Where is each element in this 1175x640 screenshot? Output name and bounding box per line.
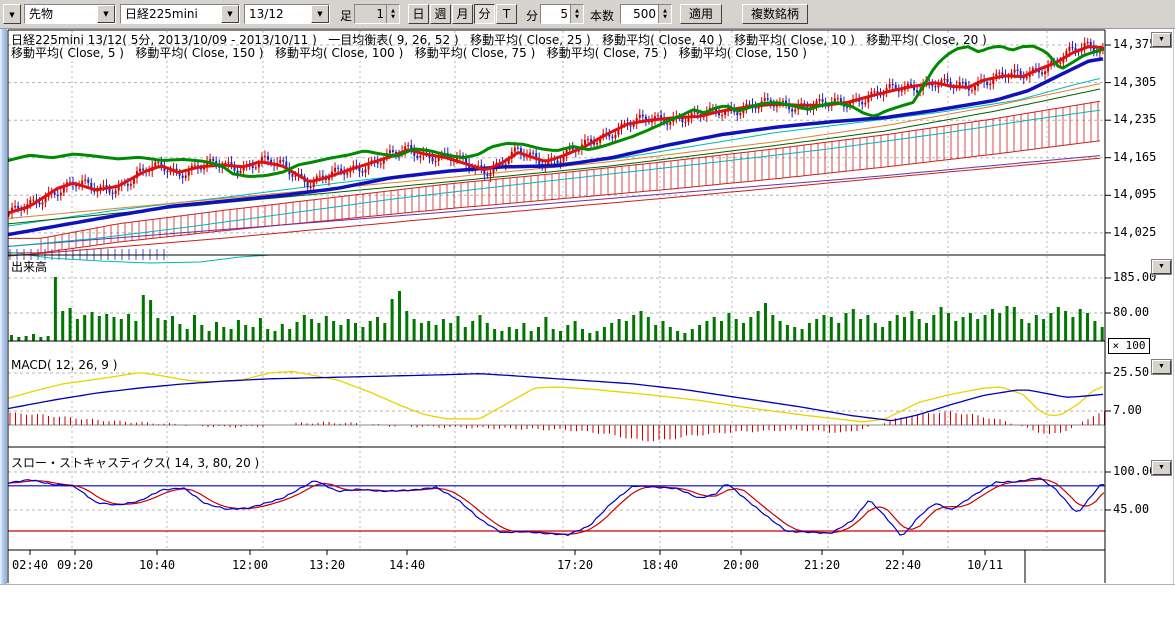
macd-panel-dropdown-button[interactable]: ▼ [1152, 360, 1171, 374]
stoch-panel-dropdown-button[interactable]: ▼ [1152, 461, 1171, 475]
volume-multiplier-badge: × 100 [1108, 338, 1150, 354]
count-label: 本数 [590, 7, 614, 24]
y-axis-label: 25.50 [1113, 365, 1149, 379]
chart-menu-dropdown-button[interactable]: ▼ [3, 4, 21, 24]
period-minute-button[interactable]: 分 [474, 4, 495, 24]
y-axis-label: 14,165 [1113, 150, 1156, 164]
app-window: { "toolbar": { "menu_dropdown": "▼", "co… [0, 0, 1175, 640]
x-axis-label: 22:40 [881, 558, 925, 572]
x-axis-label: 17:20 [553, 558, 597, 572]
x-axis-label: 18:40 [638, 558, 682, 572]
combo-arrow-icon[interactable]: ▼ [311, 5, 329, 23]
chevron-down-icon: ▼ [1158, 36, 1165, 43]
y-axis-label: 14,095 [1113, 187, 1156, 201]
minute-label: 分 [526, 7, 538, 24]
apply-button[interactable]: 適用 [680, 4, 722, 24]
y-axis-label: 185.00 [1113, 270, 1156, 284]
chevron-down-icon: ▼ [9, 11, 14, 19]
contract-month-combo[interactable]: 13/12 ▼ [244, 4, 330, 24]
combo-arrow-icon[interactable]: ▼ [221, 5, 239, 23]
contract-month-value: 13/12 [245, 5, 311, 23]
chart-plot-area[interactable] [0, 0, 1175, 640]
volume-panel-label: 出来高 [11, 258, 47, 275]
macd-panel-label: MACD( 12, 26, 9 ) [11, 358, 117, 372]
chevron-down-icon: ▼ [1158, 363, 1165, 370]
symbol-value: 日経225mini [121, 5, 221, 23]
period-month-button[interactable]: 月 [452, 4, 473, 24]
y-axis-label: 80.00 [1113, 305, 1149, 319]
toolbar: ▼ 先物 ▼ 日経225mini ▼ 13/12 ▼ 足 1 ▲▼ 日 週 月 … [0, 0, 1175, 29]
chevron-down-icon: ▼ [1158, 464, 1165, 471]
x-axis-label: 13:20 [305, 558, 349, 572]
x-axis-label: 21:20 [800, 558, 844, 572]
y-axis-label: 7.00 [1113, 403, 1142, 417]
stoch-panel-label: スロー・ストキャスティクス( 14, 3, 80, 20 ) [11, 454, 259, 471]
x-axis-label: 12:00 [228, 558, 272, 572]
spinner-arrows-icon[interactable]: ▲▼ [570, 5, 583, 23]
x-axis-label: 20:00 [719, 558, 763, 572]
spinner-arrows-icon[interactable]: ▲▼ [386, 5, 399, 23]
minute-spinner[interactable]: 5 ▲▼ [540, 4, 584, 24]
count-value: 500 [621, 5, 658, 23]
volume-panel-dropdown-button[interactable]: ▼ [1152, 260, 1171, 274]
x-axis-label: 02:40 [8, 558, 52, 572]
combo-arrow-icon[interactable]: ▼ [97, 5, 115, 23]
instrument-type-value: 先物 [25, 5, 97, 23]
y-axis-label: 14,305 [1113, 75, 1156, 89]
bar-interval-spinner[interactable]: 1 ▲▼ [354, 4, 400, 24]
y-axis-label: 14,025 [1113, 225, 1156, 239]
symbol-combo[interactable]: 日経225mini ▼ [120, 4, 240, 24]
legend-row-2: 移動平均( Close, 5 ) 移動平均( Close, 150 ) 移動平均… [11, 44, 807, 61]
y-axis-label: 45.00 [1113, 502, 1149, 516]
instrument-type-combo[interactable]: 先物 ▼ [24, 4, 116, 24]
x-axis-label: 10/11 [963, 558, 1007, 572]
period-day-button[interactable]: 日 [408, 4, 429, 24]
bar-interval-value: 1 [355, 5, 386, 23]
y-axis-label: 14,375 [1113, 37, 1156, 51]
y-axis-label: 100.00 [1113, 464, 1156, 478]
count-spinner[interactable]: 500 ▲▼ [620, 4, 672, 24]
period-week-button[interactable]: 週 [430, 4, 451, 24]
main-panel-dropdown-button[interactable]: ▼ [1152, 33, 1171, 47]
minute-value: 5 [541, 5, 570, 23]
chevron-down-icon: ▼ [1158, 263, 1165, 270]
y-axis-label: 14,235 [1113, 112, 1156, 126]
period-tick-button[interactable]: T [496, 4, 517, 24]
x-axis-label: 10:40 [135, 558, 179, 572]
bar-type-label: 足 [340, 7, 352, 24]
spinner-arrows-icon[interactable]: ▲▼ [658, 5, 671, 23]
x-axis-label: 14:40 [385, 558, 429, 572]
x-axis-label: 09:20 [53, 558, 97, 572]
multi-symbol-button[interactable]: 複数銘柄 [742, 4, 808, 24]
